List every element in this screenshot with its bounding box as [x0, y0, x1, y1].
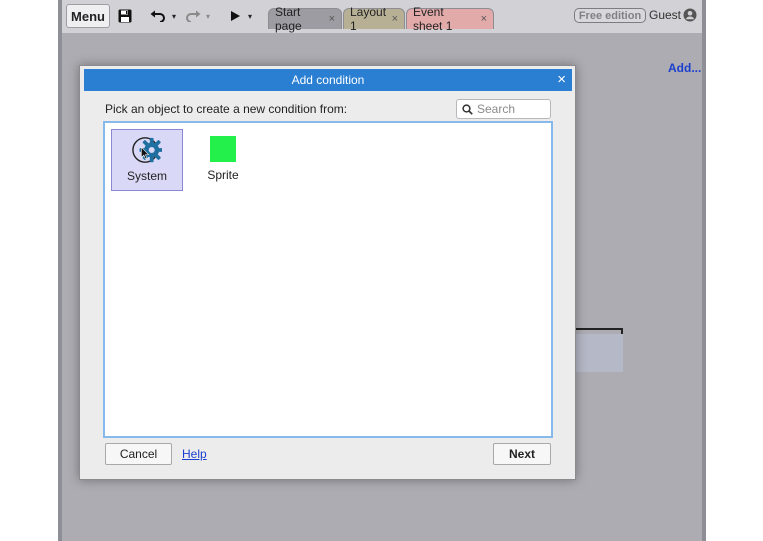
object-list[interactable]: System Sprite — [103, 121, 553, 438]
user-label[interactable]: Guest — [649, 8, 681, 22]
sprite-icon — [208, 134, 238, 164]
tab-start-page[interactable]: Start page × — [268, 5, 342, 33]
play-dropdown-icon[interactable]: ▾ — [246, 4, 254, 28]
close-icon[interactable]: × — [557, 71, 566, 88]
redo-icon[interactable] — [182, 4, 204, 28]
dialog-title: Add condition — [291, 73, 365, 87]
tab-label: Layout 1 — [350, 5, 387, 33]
edition-badge[interactable]: Free edition — [574, 8, 646, 23]
dialog-title-bar: Add condition × — [84, 69, 572, 91]
tab-label: Start page — [275, 5, 302, 33]
tab-close-icon[interactable]: × — [481, 13, 487, 25]
help-link[interactable]: Help — [182, 447, 207, 461]
background-divider — [575, 328, 623, 330]
object-label: System — [126, 169, 167, 183]
menu-button[interactable]: Menu — [66, 4, 110, 28]
dialog-prompt: Pick an object to create a new condition… — [105, 102, 348, 116]
next-button[interactable]: Next — [493, 443, 551, 465]
object-system[interactable]: System — [111, 129, 183, 191]
add-condition-dialog: Add condition × Pick an object to create… — [79, 65, 576, 480]
tab-close-icon[interactable]: × — [392, 13, 398, 25]
tab-event-sheet-1[interactable]: Event sheet 1 × — [406, 5, 494, 33]
tab-label: Event sheet 1 — [413, 5, 453, 33]
undo-icon[interactable] — [147, 4, 169, 28]
app-left-edge — [58, 0, 62, 541]
user-account-icon[interactable] — [683, 8, 697, 22]
undo-dropdown-icon[interactable]: ▾ — [170, 4, 178, 28]
search-input[interactable] — [477, 102, 547, 116]
add-link[interactable]: Add... — [668, 61, 701, 75]
play-icon[interactable] — [226, 4, 244, 28]
tab-layout-1[interactable]: Layout 1 × — [343, 5, 405, 33]
background-grid — [575, 334, 623, 372]
redo-dropdown-icon[interactable]: ▾ — [204, 4, 212, 28]
app-right-edge — [702, 0, 706, 541]
object-label: Sprite — [207, 168, 239, 182]
save-icon[interactable] — [114, 4, 136, 28]
system-gear-icon — [132, 135, 162, 165]
search-box[interactable] — [456, 99, 551, 119]
search-icon — [462, 103, 473, 115]
cancel-button[interactable]: Cancel — [105, 443, 172, 465]
object-sprite[interactable]: Sprite — [187, 129, 259, 191]
tab-close-icon[interactable]: × — [329, 13, 335, 25]
